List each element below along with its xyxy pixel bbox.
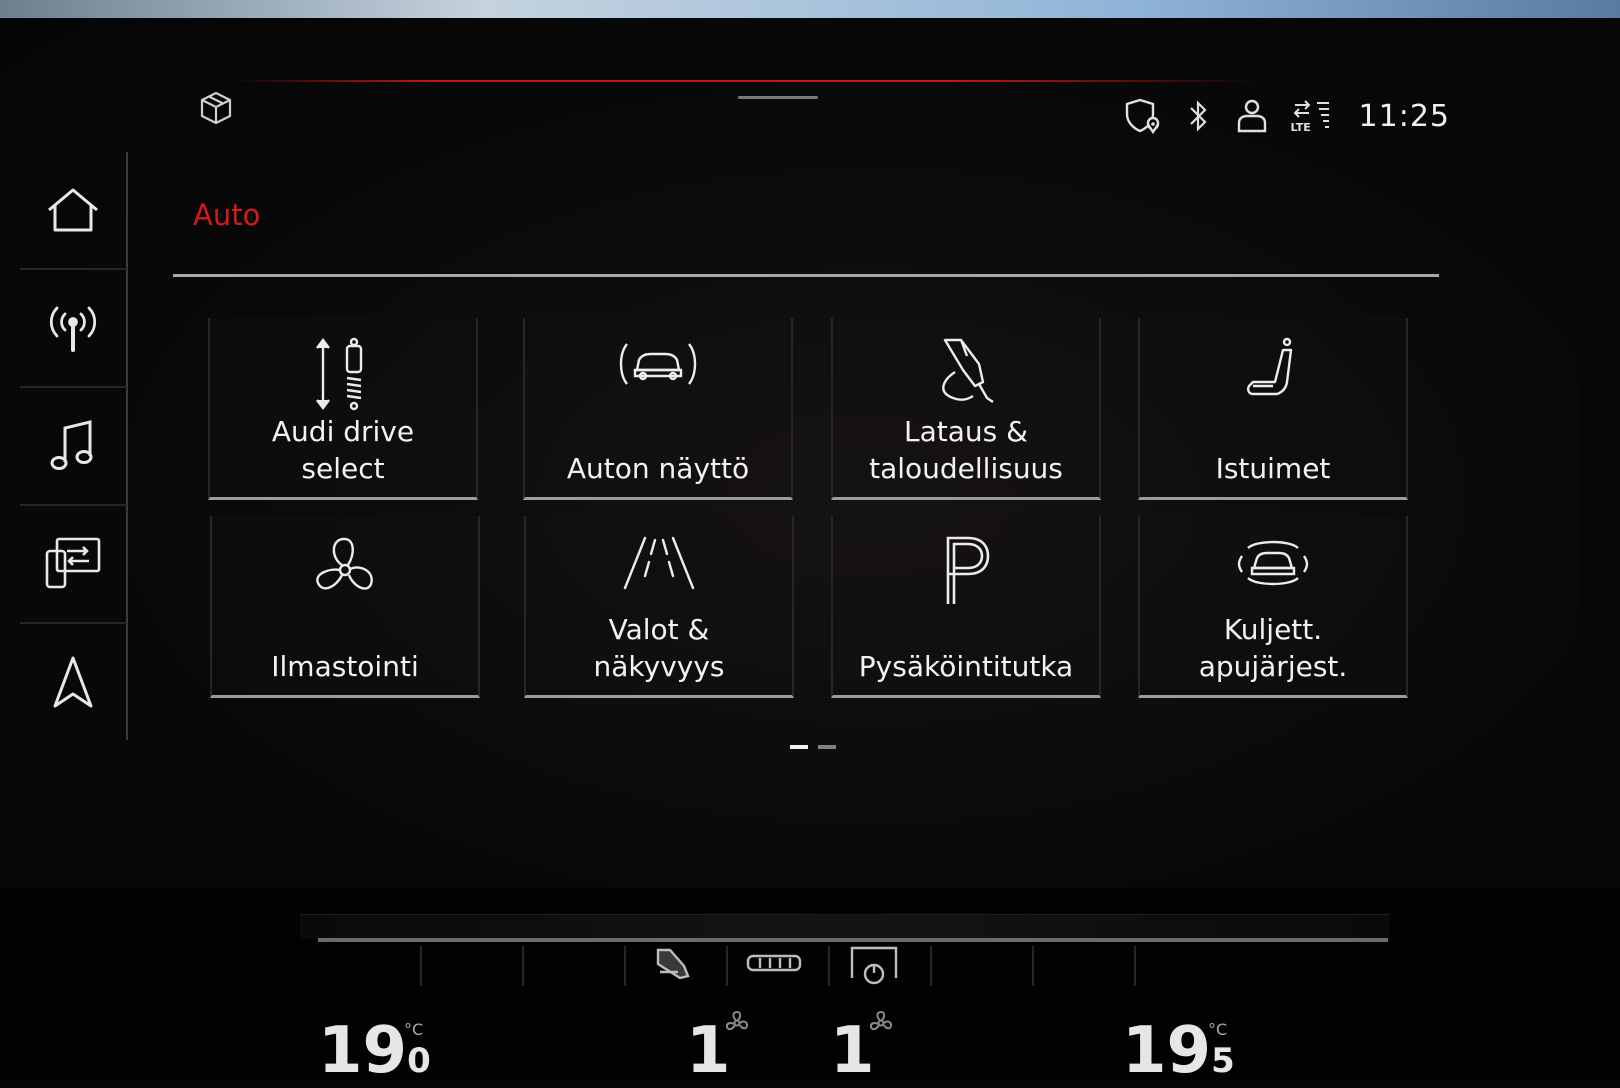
temperature-unit: °C bbox=[404, 1020, 424, 1039]
page-indicator[interactable] bbox=[790, 745, 836, 749]
user-profile-icon[interactable] bbox=[1235, 97, 1269, 135]
car-display-icon bbox=[619, 343, 697, 385]
navigation-arrow-icon bbox=[53, 656, 93, 708]
parking-icon bbox=[946, 536, 990, 604]
tile-parking-sensors[interactable]: Pysäköintitutka bbox=[831, 516, 1101, 698]
tile-label: Kuljett. apujärjest. bbox=[1198, 613, 1348, 683]
sidebar-item-navigation[interactable] bbox=[20, 624, 128, 740]
segment-divider bbox=[726, 946, 728, 986]
climate-touch-band[interactable] bbox=[300, 914, 1390, 939]
tile-audi-drive-select[interactable]: Audi drive select bbox=[208, 318, 478, 500]
navigation-shield-icon[interactable] bbox=[1123, 96, 1163, 136]
sidebar-item-radio[interactable] bbox=[20, 270, 128, 388]
left-temperature-decimal: 0 bbox=[407, 1041, 431, 1081]
sidebar-item-phone-connect[interactable] bbox=[20, 506, 128, 624]
rear-defrost-icon[interactable] bbox=[745, 952, 803, 978]
home-icon bbox=[48, 188, 98, 232]
bluetooth-icon[interactable] bbox=[1185, 98, 1213, 134]
right-temperature-value: 19 bbox=[1122, 1014, 1212, 1088]
suspension-icon bbox=[316, 337, 363, 411]
sidebar-item-home[interactable] bbox=[20, 152, 128, 270]
fan-icon bbox=[316, 537, 373, 590]
climate-control-panel: 190 °C 1 1 195 °C bbox=[0, 888, 1620, 1088]
music-note-icon bbox=[50, 420, 93, 470]
segment-divider bbox=[1032, 946, 1034, 986]
segment-divider bbox=[624, 946, 626, 986]
segment-divider bbox=[828, 946, 830, 986]
charging-plug-icon bbox=[942, 338, 994, 403]
pull-down-handle[interactable] bbox=[738, 96, 818, 99]
left-temperature[interactable]: 190 °C bbox=[318, 1014, 431, 1088]
segment-divider bbox=[522, 946, 524, 986]
network-type-label: LTE bbox=[1290, 121, 1311, 134]
page-dot-1[interactable] bbox=[790, 745, 808, 749]
left-temperature-value: 19 bbox=[318, 1014, 408, 1088]
phone-mirroring-icon bbox=[45, 537, 101, 589]
tile-label: Istuimet bbox=[1215, 452, 1331, 485]
temperature-unit: °C bbox=[1208, 1020, 1228, 1039]
lte-signal-icon[interactable]: LTE bbox=[1291, 97, 1331, 135]
tile-label: Auton näyttö bbox=[566, 452, 750, 485]
tile-label: Audi drive select bbox=[271, 415, 415, 485]
tile-label: Lataus & taloudellisuus bbox=[869, 415, 1063, 485]
status-bar: LTE 11:25 bbox=[1123, 96, 1450, 136]
clock: 11:25 bbox=[1358, 98, 1450, 134]
tile-label: Ilmastointi bbox=[271, 650, 419, 683]
tile-climate[interactable]: Ilmastointi bbox=[210, 516, 480, 698]
tile-seats[interactable]: Istuimet bbox=[1138, 318, 1408, 500]
right-temperature[interactable]: 195 °C bbox=[1122, 1014, 1235, 1088]
tile-lights-visibility[interactable]: Valot & näkyvyys bbox=[524, 516, 794, 698]
climate-slider-track[interactable] bbox=[318, 938, 1388, 942]
title-divider bbox=[173, 274, 1439, 277]
tile-label: Pysäköintitutka bbox=[858, 650, 1074, 683]
header-accent-line bbox=[230, 80, 1260, 82]
tile-car-display[interactable]: Auton näyttö bbox=[523, 318, 793, 500]
road-lights-icon bbox=[623, 536, 695, 590]
left-fan-icon bbox=[724, 1010, 750, 1040]
tile-charging-economy[interactable]: Lataus & taloudellisuus bbox=[831, 318, 1101, 500]
screen-bezel bbox=[0, 0, 1620, 18]
right-fan-icon bbox=[868, 1010, 894, 1040]
tile-label: Valot & näkyvyys bbox=[593, 613, 725, 683]
page-dot-2[interactable] bbox=[818, 745, 836, 749]
driver-assist-icon bbox=[1237, 540, 1309, 586]
seat-icon bbox=[1247, 337, 1293, 396]
page-title: Auto bbox=[193, 198, 261, 232]
sidebar-item-media[interactable] bbox=[20, 388, 128, 506]
display-power-icon[interactable] bbox=[848, 944, 900, 992]
seat-heating-icon[interactable] bbox=[650, 944, 694, 988]
segment-divider bbox=[930, 946, 932, 986]
cube-icon[interactable] bbox=[198, 90, 234, 126]
segment-divider bbox=[1134, 946, 1136, 986]
segment-divider bbox=[420, 946, 422, 986]
right-temperature-decimal: 5 bbox=[1211, 1041, 1235, 1081]
main-navigation-sidebar bbox=[20, 152, 128, 740]
radio-antenna-icon bbox=[49, 306, 97, 352]
tile-driver-assistance[interactable]: Kuljett. apujärjest. bbox=[1138, 516, 1408, 698]
